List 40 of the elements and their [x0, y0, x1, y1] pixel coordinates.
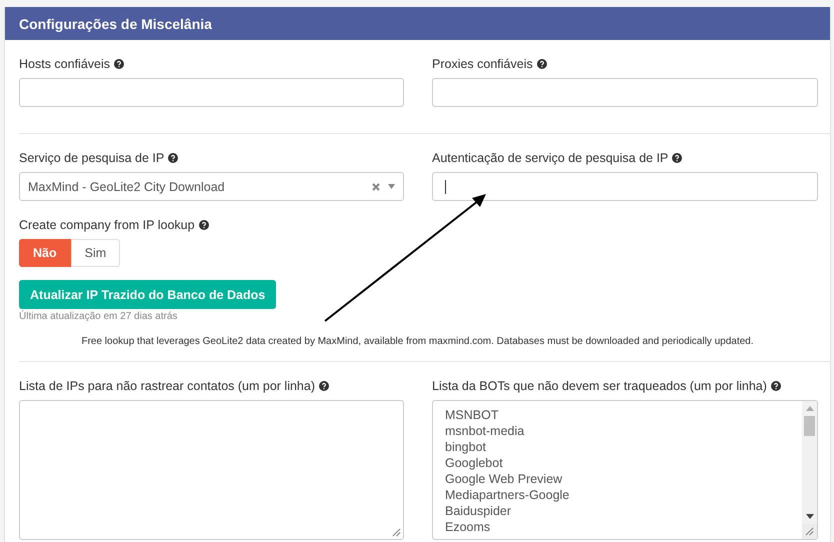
field-label: Create company from IP lookup: [19, 218, 195, 232]
field-label: Lista da BOTs que não devem ser traqueados (um por linha): [432, 379, 767, 393]
caret-icon: [388, 184, 395, 189]
field-label: Lista de IPs para não rastrear contatos (um por linha): [19, 379, 315, 393]
panel-title: Configurações de Miscelânia: [5, 7, 830, 40]
help-icon: [198, 220, 209, 230]
scrollbar[interactable]: [802, 401, 817, 539]
list-line: Googlebot: [445, 455, 504, 471]
help-icon: [672, 153, 682, 163]
input-field[interactable]: [432, 78, 818, 107]
select-field[interactable]: MaxMind - GeoLite2 City Download: [19, 172, 404, 201]
text-area[interactable]: MSNBOT msnbot-media bingbot Googlebot Google Web Preview Mediapartners-Google Baiduspider Ezooms: [432, 400, 818, 540]
field-label: Serviço de pesquisa de IP: [19, 151, 164, 165]
list-line: Mediapartners-Google: [445, 487, 570, 503]
list-line: msnbot-media: [445, 423, 526, 439]
input-field[interactable]: [432, 172, 818, 201]
text-area[interactable]: [19, 400, 404, 540]
clear-icon: [372, 182, 380, 190]
help-icon: [318, 381, 329, 391]
field-label: Hosts confiáveis: [19, 57, 110, 71]
list-line: MSNBOT: [445, 407, 500, 423]
help-icon: [114, 59, 124, 69]
toggle-option[interactable]: Sim: [70, 239, 120, 267]
service-description: Free lookup that leverages GeoLite2 data created by MaxMind, available from maxmind.com. Databases must be downloaded and periodically updated.: [80, 336, 755, 347]
scroll-up-icon: [806, 406, 814, 411]
list-line: Google Web Preview: [445, 471, 564, 487]
resize-grip-icon: [805, 527, 814, 536]
field-label: Proxies confiáveis: [432, 57, 533, 71]
list-line: Baiduspider: [445, 503, 512, 519]
resize-grip-icon: [392, 528, 401, 537]
list-line: Ezooms: [445, 519, 492, 535]
help-icon: [168, 153, 178, 163]
input-field[interactable]: [19, 78, 404, 107]
scroll-thumb[interactable]: [804, 416, 815, 436]
help-icon: [770, 381, 781, 391]
help-icon: [536, 59, 547, 69]
list-line: bingbot: [445, 439, 488, 455]
scroll-down-icon: [806, 514, 814, 519]
last-update-note: Última atualização em 27 dias atrás: [19, 311, 178, 322]
field-label: Autenticação de serviço de pesquisa de IP: [432, 151, 668, 165]
